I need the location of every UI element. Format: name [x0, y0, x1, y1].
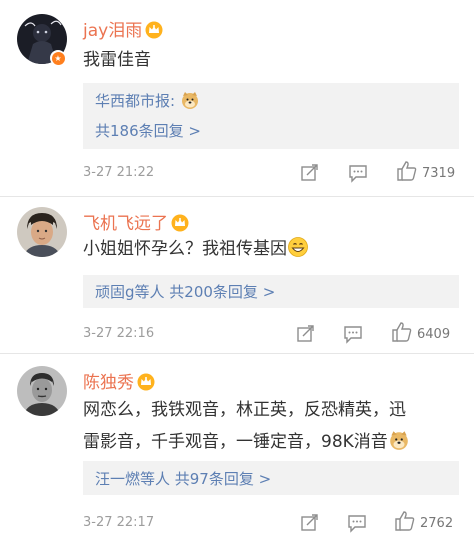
comment-item-2: 飞机飞远了 小姐姐怀孕么？我祖传基因 顽固g等人 共200条回复 > 3-27 …: [0, 197, 474, 353]
reply-more-link[interactable]: 汪一燃等人 共97条回复 >: [95, 468, 271, 489]
comment-text-line-2-body: 雷影音，千手观音，一锤定音，98K消音: [83, 432, 388, 452]
username[interactable]: jay泪雨: [83, 16, 163, 44]
like-count: 7319: [422, 165, 456, 181]
comment-item-1: ★ jay泪雨 我雷佳音 华西都市报: 共186条回复 > 3-27 21:22…: [0, 0, 474, 196]
timestamp: 3-27 22:16: [83, 326, 155, 341]
avatar[interactable]: [17, 207, 67, 257]
comment-feed: ★ jay泪雨 我雷佳音 华西都市报: 共186条回复 > 3-27 21:22…: [0, 0, 474, 537]
timestamp: 3-27 21:22: [83, 165, 155, 180]
comment-item-3: 陈独秀 网恋么，我铁观音，林正英，反恐精英，迅 雷影音，千手观音，一锤定音，98…: [0, 354, 474, 537]
comment-icon[interactable]: [348, 163, 368, 183]
vip-badge-icon: ★: [50, 50, 66, 66]
thumbs-up-icon: [396, 160, 418, 186]
comment-text: 我雷佳音: [83, 50, 151, 70]
comment-icon[interactable]: [343, 324, 363, 344]
share-icon[interactable]: [300, 163, 320, 183]
share-icon[interactable]: [296, 324, 316, 344]
reply-more-link[interactable]: 共186条回复 >: [95, 120, 201, 141]
username-text[interactable]: 陈独秀: [83, 373, 134, 393]
reply-more-link[interactable]: 顽固g等人 共200条回复 >: [95, 281, 275, 302]
share-icon[interactable]: [300, 513, 320, 533]
like-button[interactable]: 7319: [396, 160, 456, 186]
comment-text-line-2: 雷影音，千手观音，一锤定音，98K消音: [83, 426, 458, 462]
reply-box[interactable]: 汪一燃等人 共97条回复 >: [83, 461, 459, 495]
avatar[interactable]: [17, 366, 67, 416]
thumbs-up-icon: [391, 321, 413, 347]
thumbs-up-icon: [394, 510, 416, 536]
comment-text: 网恋么，我铁观音，林正英，反恐精英，迅 雷影音，千手观音，一锤定音，98K消音: [83, 394, 458, 462]
reply-colon: :: [170, 92, 176, 110]
comment-text-line-1: 网恋么，我铁观音，林正英，反恐精英，迅: [83, 400, 406, 420]
like-button[interactable]: 2762: [394, 510, 454, 536]
like-button[interactable]: 6409: [391, 321, 451, 347]
crown-badge-icon: [145, 21, 163, 44]
username-text[interactable]: 飞机飞远了: [83, 214, 168, 234]
reply-box[interactable]: 顽固g等人 共200条回复 >: [83, 275, 459, 308]
reply-author[interactable]: 华西都市报: [95, 92, 170, 110]
username-text[interactable]: jay泪雨: [83, 21, 142, 41]
username[interactable]: 陈独秀: [83, 368, 155, 396]
doge-emoji-icon: [388, 429, 410, 462]
timestamp: 3-27 22:17: [83, 515, 155, 530]
comment-icon[interactable]: [347, 513, 367, 533]
reply-preview[interactable]: 华西都市报:: [95, 90, 200, 114]
comment-text-body: 小姐姐怀孕么？我祖传基因: [83, 239, 287, 259]
grin-emoji-icon: [287, 236, 309, 269]
doge-emoji-icon: [180, 90, 200, 114]
comment-text: 小姐姐怀孕么？我祖传基因: [83, 233, 458, 269]
crown-badge-icon: [137, 373, 155, 396]
reply-box[interactable]: 华西都市报: 共186条回复 >: [83, 83, 459, 149]
like-count: 6409: [417, 326, 451, 342]
like-count: 2762: [420, 515, 454, 531]
